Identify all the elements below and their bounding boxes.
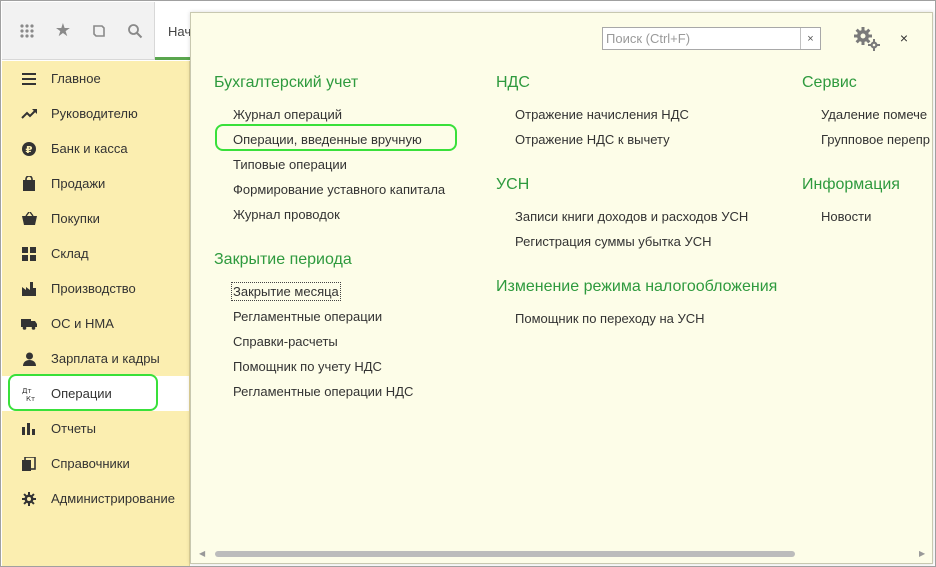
shopping-basket-icon [21, 211, 37, 227]
sidebar-item-administration[interactable]: Администрирование [2, 481, 189, 516]
menu-lines-icon [21, 71, 37, 87]
command-vat-accrual[interactable]: Отражение начисления НДС [515, 107, 689, 122]
command-month-closing[interactable]: Закрытие месяца [231, 282, 341, 301]
sidebar-item-manager[interactable]: Руководителю [2, 96, 189, 131]
trend-up-icon [21, 106, 37, 122]
panel-settings-gear-icon[interactable] [853, 26, 881, 52]
sidebar-item-directories[interactable]: Справочники [2, 446, 189, 481]
search-clear-button[interactable]: × [800, 28, 820, 49]
sidebar-item-label: Покупки [51, 211, 100, 226]
operations-function-panel: × × Бухгалтерский учет Журнал операций О… [190, 12, 933, 564]
ruble-coin-icon: ₽ [21, 141, 37, 157]
sidebar-item-label: Операции [51, 386, 112, 401]
command-vat-deduction[interactable]: Отражение НДС к вычету [515, 132, 670, 147]
svg-text:Кт: Кт [26, 395, 35, 402]
sidebar-item-reports[interactable]: Отчеты [2, 411, 189, 446]
command-operations-journal[interactable]: Журнал операций [233, 107, 342, 122]
command-manual-operations[interactable]: Операции, введенные вручную [233, 132, 422, 147]
tab-home-label: Нач [168, 24, 192, 39]
command-vat-regulatory-operations[interactable]: Регламентные операции НДС [233, 384, 413, 399]
section-title-vat: НДС [496, 74, 530, 91]
truck-icon [21, 316, 37, 332]
sidebar-item-label: Продажи [51, 176, 106, 191]
favorites-star-icon[interactable]: ★ [48, 16, 78, 46]
sidebar-item-label: Руководителю [51, 106, 138, 121]
gear-icon [21, 491, 37, 507]
sidebar-item-label: Производство [51, 281, 136, 296]
svg-text:₽: ₽ [26, 145, 33, 156]
command-authorized-capital[interactable]: Формирование уставного капитала [233, 182, 445, 197]
section-title-usn: УСН [496, 176, 530, 193]
section-title-accounting: Бухгалтерский учет [214, 74, 359, 91]
scrollbar-thumb[interactable] [215, 551, 795, 557]
panel-horizontal-scrollbar[interactable]: ◀ ▶ [199, 548, 927, 560]
sidebar-item-operations[interactable]: Дт Кт Операции [2, 376, 189, 411]
svg-text:Дт: Дт [22, 387, 32, 395]
sidebar-item-label: Главное [51, 71, 101, 86]
sidebar-item-label: Банк и касса [51, 141, 128, 156]
command-postings-journal[interactable]: Журнал проводок [233, 207, 340, 222]
sections-sidebar: Главное Руководителю ₽ Банк и касса Прод… [2, 61, 190, 566]
sidebar-item-label: Зарплата и кадры [51, 351, 160, 366]
sidebar-item-fixed-assets[interactable]: ОС и НМА [2, 306, 189, 341]
sidebar-item-warehouse[interactable]: Склад [2, 236, 189, 271]
panel-search-box: × [602, 27, 821, 50]
command-regulatory-operations[interactable]: Регламентные операции [233, 309, 382, 324]
sidebar-item-sales[interactable]: Продажи [2, 166, 189, 201]
sidebar-item-bank[interactable]: ₽ Банк и касса [2, 131, 189, 166]
sidebar-item-production[interactable]: Производство [2, 271, 189, 306]
command-calculation-certificates[interactable]: Справки-расчеты [233, 334, 338, 349]
panel-close-button[interactable]: × [894, 28, 914, 48]
command-delete-marked[interactable]: Удаление помече [821, 107, 927, 122]
command-usn-transition-assistant[interactable]: Помощник по переходу на УСН [515, 311, 705, 326]
command-news[interactable]: Новости [821, 209, 871, 224]
warehouse-grid-icon [21, 246, 37, 262]
sidebar-item-label: Администрирование [51, 491, 175, 506]
person-icon [21, 351, 37, 367]
panel-search-input[interactable] [603, 28, 800, 49]
sidebar-item-label: ОС и НМА [51, 316, 114, 331]
command-usn-loss-registration[interactable]: Регистрация суммы убытка УСН [515, 234, 712, 249]
command-vat-assistant[interactable]: Помощник по учету НДС [233, 359, 382, 374]
sidebar-item-purchases[interactable]: Покупки [2, 201, 189, 236]
section-title-service: Сервис [802, 74, 857, 91]
history-icon[interactable] [84, 16, 114, 46]
books-icon [21, 456, 37, 472]
application-window: ★ Нач Главное Руководителю ₽ Банк и касс… [0, 0, 936, 567]
command-income-expense-book[interactable]: Записи книги доходов и расходов УСН [515, 209, 748, 224]
sidebar-item-main[interactable]: Главное [2, 61, 189, 96]
search-icon[interactable] [120, 16, 150, 46]
sidebar-item-label: Отчеты [51, 421, 96, 436]
command-typical-operations[interactable]: Типовые операции [233, 157, 347, 172]
scroll-left-arrow-icon[interactable]: ◀ [199, 550, 207, 558]
section-title-information: Информация [802, 176, 900, 193]
section-title-period-closing: Закрытие периода [214, 251, 352, 268]
apps-grid-icon[interactable] [12, 16, 42, 46]
dt-kt-icon: Дт Кт [21, 386, 37, 402]
sidebar-item-label: Склад [51, 246, 89, 261]
scroll-right-arrow-icon[interactable]: ▶ [919, 550, 927, 558]
sidebar-item-salary[interactable]: Зарплата и кадры [2, 341, 189, 376]
bar-chart-icon [21, 421, 37, 437]
section-title-tax-regime-change: Изменение режима налогообложения [496, 278, 778, 295]
command-group-processing[interactable]: Групповое перепр [821, 132, 930, 147]
sidebar-item-label: Справочники [51, 456, 130, 471]
shopping-bag-icon [21, 176, 37, 192]
factory-icon [21, 281, 37, 297]
